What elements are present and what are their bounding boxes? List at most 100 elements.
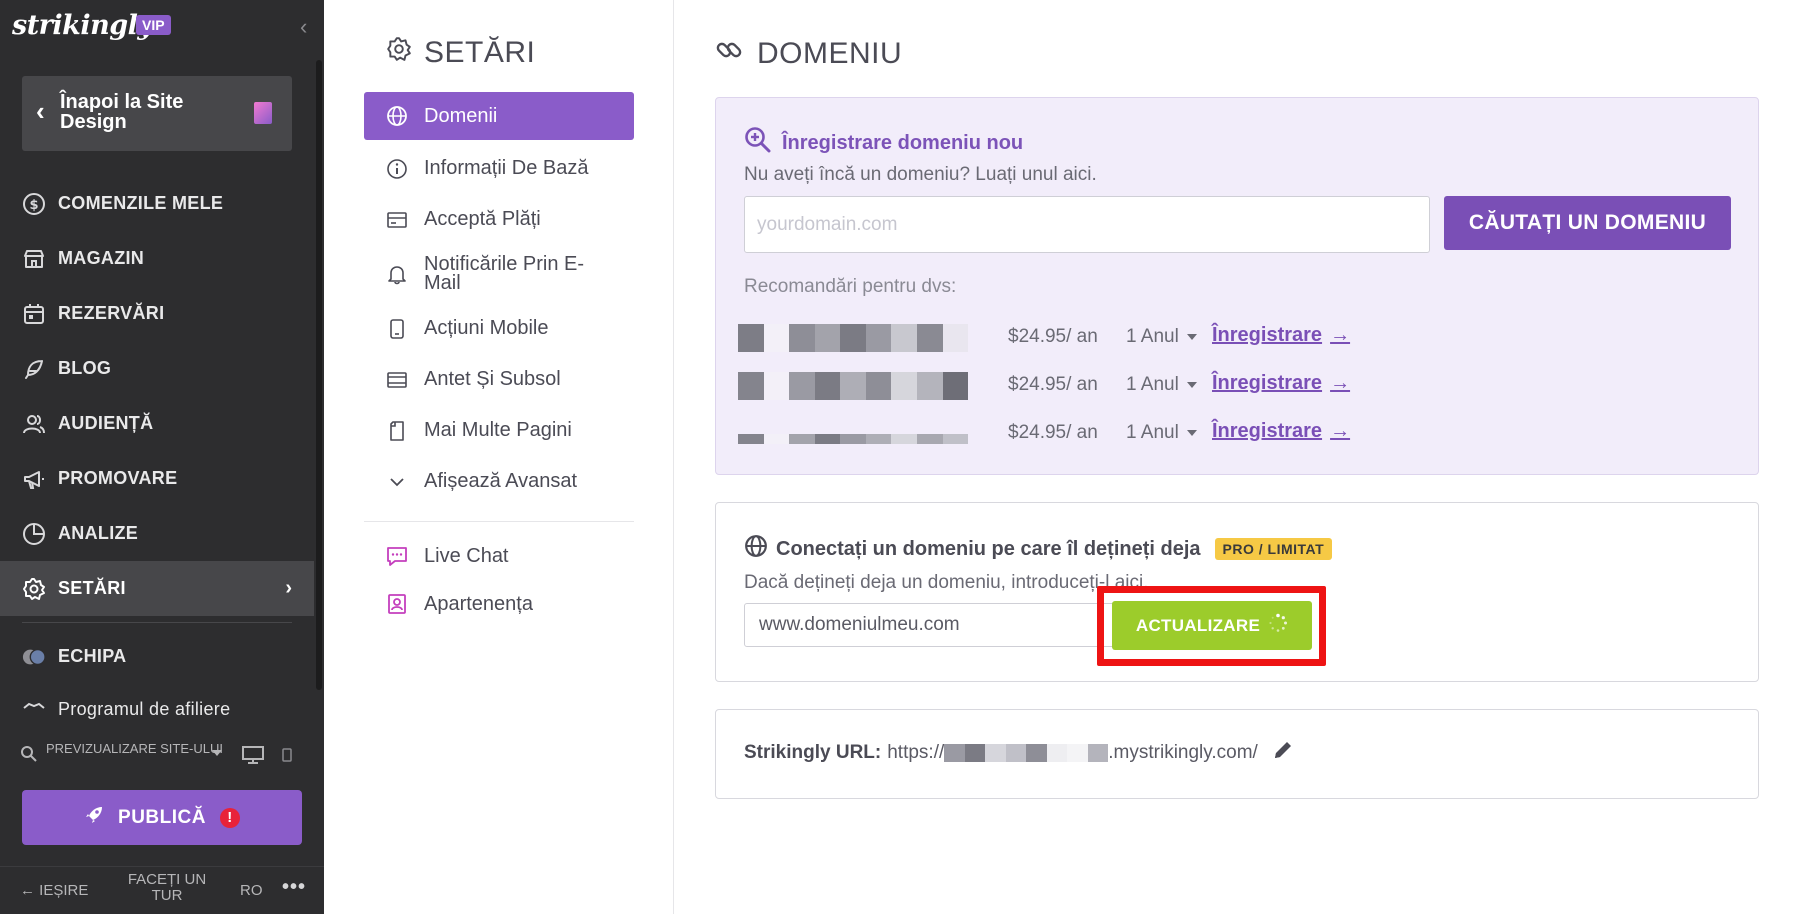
blurred-domain-name xyxy=(738,324,969,352)
arrow-right-icon: → xyxy=(1330,372,1351,394)
caret-down-icon[interactable] xyxy=(212,750,222,756)
connect-domain-heading: Conectați un domeniu pe care îl dețineți… xyxy=(744,534,1333,564)
collapse-sidebar-icon[interactable]: ‹ xyxy=(300,14,307,40)
membership-icon xyxy=(386,593,408,615)
connect-domain-card: Conectați un domeniu pe care îl dețineți… xyxy=(715,502,1759,682)
connect-domain-title: Conectați un domeniu pe care îl dețineți… xyxy=(776,537,1201,560)
sidebar-item-blog[interactable]: BLOG xyxy=(0,341,314,396)
domain-search-input[interactable] xyxy=(744,196,1430,253)
back-to-site-design-button[interactable]: ‹ Înapoi la Site Design xyxy=(22,76,292,151)
period-dropdown[interactable]: 1 Anul xyxy=(1126,422,1197,444)
settings-item-more-pages[interactable]: Mai Multe Pagini xyxy=(364,405,634,456)
payment-card-icon xyxy=(386,209,408,231)
settings-divider xyxy=(364,521,634,522)
svg-text:$: $ xyxy=(29,198,38,213)
settings-item-mobile-actions[interactable]: Acțiuni Mobile xyxy=(364,303,634,354)
search-domain-button[interactable]: CĂUTAȚI UN DOMENIU xyxy=(1444,196,1731,250)
register-link[interactable]: Înregistrare → xyxy=(1212,420,1350,443)
footer-divider xyxy=(0,866,324,867)
sidebar-item-label: SETĂRI xyxy=(58,578,126,598)
sidebar-item-label: AUDIENȚĂ xyxy=(58,413,154,433)
sidebar-item-store[interactable]: MAGAZIN xyxy=(0,231,314,286)
sidebar-item-orders[interactable]: $ COMENZILE MELE xyxy=(0,176,314,231)
settings-item-membership[interactable]: Apartenența xyxy=(364,580,634,628)
domain-main: DOMENIU Înregistrare domeniu nou Nu aveț… xyxy=(675,0,1809,914)
document-icon xyxy=(254,102,272,124)
settings-item-email-notifications[interactable]: Notificările Prin E-Mail xyxy=(364,245,634,303)
publish-button[interactable]: PUBLICĂ ! xyxy=(22,790,302,845)
register-link[interactable]: Înregistrare → xyxy=(1212,372,1350,395)
blurred-domain-name xyxy=(738,372,969,400)
link-icon xyxy=(715,36,743,72)
team-avatars-icon xyxy=(22,645,46,669)
settings-item-header-footer[interactable]: Antet Și Subsol xyxy=(364,354,634,405)
register-link-label: Înregistrare xyxy=(1212,324,1323,346)
blurred-domain-name xyxy=(738,434,969,444)
upgrade-button[interactable]: ACTUALIZARE xyxy=(1112,601,1312,650)
edit-pencil-icon[interactable] xyxy=(1272,739,1294,767)
settings-item-label: Acțiuni Mobile xyxy=(424,317,549,339)
settings-item-payments[interactable]: Acceptă Plăți xyxy=(364,194,634,245)
arrow-left-icon: ← xyxy=(20,882,40,899)
sidebar-item-bookings[interactable]: REZERVĂRI xyxy=(0,286,314,341)
rocket-icon xyxy=(84,805,104,831)
recommendation-row: $24.95/ an 1 Anul Înregistrare → xyxy=(738,324,1738,354)
feather-icon xyxy=(22,357,46,381)
settings-item-show-advanced[interactable]: Afișează Avansat xyxy=(364,456,634,507)
settings-item-domains[interactable]: Domenii xyxy=(364,92,634,140)
chevron-down-icon xyxy=(386,471,408,493)
globe-icon xyxy=(744,534,768,564)
take-tour-link[interactable]: FACEȚI UN TUR xyxy=(122,872,212,904)
mobile-icon[interactable] xyxy=(282,748,292,765)
connect-domain-subtitle: Dacă dețineți deja un domeniu, introduce… xyxy=(744,572,1149,593)
sidebar-item-team[interactable]: ECHIPA xyxy=(0,629,314,684)
sidebar-item-promote[interactable]: PROMOVARE xyxy=(0,451,314,506)
recommendation-price: $24.95/ an xyxy=(1008,326,1098,347)
period-dropdown[interactable]: 1 Anul xyxy=(1126,374,1197,396)
more-options-icon[interactable]: ••• xyxy=(282,876,306,899)
sidebar: strikingly VIP ‹ ‹ Înapoi la Site Design… xyxy=(0,0,324,914)
publish-label: PUBLICĂ xyxy=(118,806,206,828)
upgrade-label: ACTUALIZARE xyxy=(1135,615,1261,635)
settings-item-label: Domenii xyxy=(424,104,498,127)
mobile-icon xyxy=(386,318,408,340)
sidebar-item-label: BLOG xyxy=(58,358,112,378)
dollar-circle-icon: $ xyxy=(22,192,46,216)
register-domain-heading: Înregistrare domeniu nou xyxy=(744,126,1023,160)
chat-icon xyxy=(386,545,408,567)
loading-spinner-icon xyxy=(1268,613,1288,638)
strikingly-url-label: Strikingly URL: xyxy=(744,742,882,763)
sidebar-footer: ← IEȘIRE FACEȚI UN TUR RO ••• xyxy=(0,872,324,912)
megaphone-icon xyxy=(22,467,46,491)
settings-item-live-chat[interactable]: Live Chat xyxy=(364,532,634,580)
period-dropdown[interactable]: 1 Anul xyxy=(1126,326,1197,348)
strikingly-url-suffix: .mystrikingly.com/ xyxy=(1108,742,1258,763)
strikingly-logo[interactable]: strikingly xyxy=(12,10,153,41)
desktop-icon[interactable] xyxy=(242,746,264,767)
language-selector[interactable]: RO xyxy=(240,882,263,899)
handshake-icon xyxy=(22,696,46,720)
sidebar-item-analytics[interactable]: ANALIZE xyxy=(0,506,314,561)
exit-link[interactable]: ← IEȘIRE xyxy=(20,882,88,899)
vip-badge: VIP xyxy=(136,15,171,35)
preview-site-control[interactable]: PREVIZUALIZARE SITE-ULUI xyxy=(20,742,300,776)
sidebar-item-audience[interactable]: AUDIENȚĂ xyxy=(0,396,314,451)
custom-domain-input[interactable] xyxy=(744,603,1136,647)
sidebar-scrollbar[interactable] xyxy=(316,60,322,690)
settings-item-label: Antet Și Subsol xyxy=(424,368,561,390)
sidebar-item-settings[interactable]: SETĂRI › xyxy=(0,561,314,616)
register-link[interactable]: Înregistrare → xyxy=(1212,324,1350,347)
sidebar-item-affiliate[interactable]: Programul de afiliere xyxy=(0,684,314,720)
period-value: 1 Anul xyxy=(1126,374,1179,395)
caret-down-icon xyxy=(1186,334,1197,340)
arrow-right-icon: → xyxy=(1330,324,1351,346)
store-icon xyxy=(22,247,46,271)
sidebar-item-label: ECHIPA xyxy=(58,646,127,666)
register-link-label: Înregistrare xyxy=(1212,420,1323,442)
app-root: strikingly VIP ‹ ‹ Înapoi la Site Design… xyxy=(0,0,1809,914)
pie-chart-icon xyxy=(22,522,46,546)
bell-icon xyxy=(386,263,408,285)
settings-item-basic-info[interactable]: Informații De Bază xyxy=(364,143,634,194)
strikingly-url-card: Strikingly URL: https:// .mystrikingly.c… xyxy=(715,709,1759,799)
settings-title-label: SETĂRI xyxy=(424,36,536,69)
